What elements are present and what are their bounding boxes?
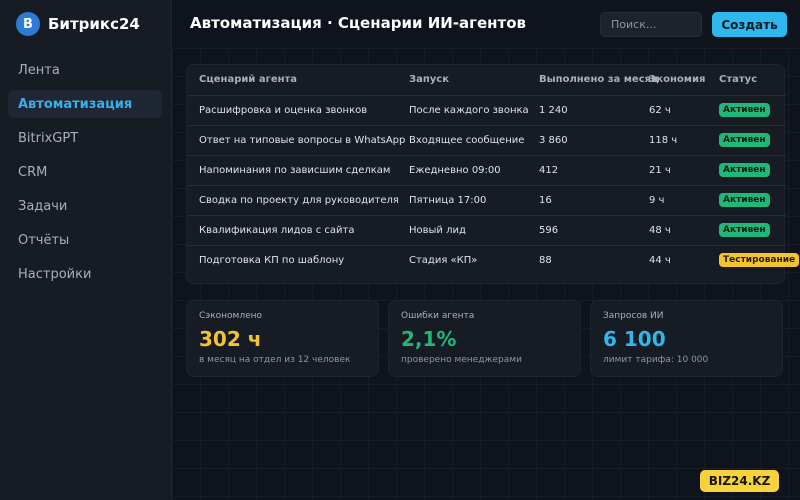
status-badge: Активен: [719, 103, 770, 117]
create-button[interactable]: Создать: [712, 12, 787, 37]
cell-done: 16: [539, 195, 552, 206]
cell-scenario: Ответ на типовые вопросы в WhatsApp: [199, 135, 406, 146]
cell-done: 596: [539, 225, 559, 236]
status-badge: Активен: [719, 163, 770, 177]
sidebar-item[interactable]: Задачи: [8, 192, 162, 220]
cell-scenario: Расшифровка и оценка звонков: [199, 105, 368, 116]
stat-card-errors: Ошибки агента 2,1% проверено менеджерами: [388, 300, 581, 377]
stat-value: 2,1%: [401, 327, 457, 351]
cell-trigger: Входящее сообщение: [409, 135, 525, 146]
stat-card-ai-requests: Запросов ИИ 6 100 лимит тарифа: 10 000: [590, 300, 783, 377]
cell-trigger: Ежедневно 09:00: [409, 165, 501, 176]
stat-value: 302 ч: [199, 327, 262, 351]
stat-card-saved: Сэкономлено 302 ч в месяц на отдел из 12…: [186, 300, 379, 377]
sidebar-item[interactable]: CRM: [8, 158, 162, 186]
stat-subtext: проверено менеджерами: [401, 355, 522, 365]
column-header-scenario[interactable]: Сценарий агента: [199, 65, 297, 95]
status-badge: Активен: [719, 193, 770, 207]
status-badge: Тестирование: [719, 253, 800, 267]
cell-done: 1 240: [539, 105, 568, 116]
table-header: Сценарий агента Запуск Выполнено за меся…: [187, 65, 786, 95]
brand[interactable]: B Битрикс24: [16, 12, 140, 36]
bitrix-logo-icon: B: [16, 12, 40, 36]
cell-scenario: Квалификация лидов с сайта: [199, 225, 355, 236]
column-header-done[interactable]: Выполнено за месяц: [539, 65, 658, 95]
stat-subtext: лимит тарифа: 10 000: [603, 355, 709, 365]
stat-value: 6 100: [603, 327, 666, 351]
cell-saving: 9 ч: [649, 195, 665, 206]
sidebar-item[interactable]: Настройки: [8, 260, 162, 288]
cell-trigger: Новый лид: [409, 225, 466, 236]
cell-scenario: Подготовка КП по шаблону: [199, 255, 345, 266]
cell-saving: 118 ч: [649, 135, 678, 146]
sidebar: B Битрикс24 Лента Автоматизация BitrixGPT C…: [0, 0, 172, 500]
table-row[interactable]: Расшифровка и оценка звонков После каждог…: [187, 95, 786, 125]
table-row[interactable]: Напоминания по зависшим сделкам Ежедневно…: [187, 155, 786, 185]
cell-done: 412: [539, 165, 559, 176]
cell-done: 88: [539, 255, 552, 266]
brand-name: Битрикс24: [48, 15, 140, 33]
status-badge: Активен: [719, 223, 770, 237]
sidebar-item[interactable]: Лента: [8, 56, 162, 84]
cell-trigger: Стадия «КП»: [409, 255, 478, 266]
sidebar-item[interactable]: Автоматизация: [8, 90, 162, 118]
scenarios-table: Сценарий агента Запуск Выполнено за меся…: [186, 64, 800, 284]
sidebar-item[interactable]: BitrixGPT: [8, 124, 162, 152]
table-row[interactable]: Сводка по проекту для руководителя Пятниц…: [187, 185, 786, 215]
stat-label: Запросов ИИ: [603, 311, 664, 321]
cell-done: 3 860: [539, 135, 568, 146]
search-input[interactable]: [600, 12, 702, 37]
biz24-badge[interactable]: BIZ24.KZ: [700, 470, 779, 492]
cell-saving: 44 ч: [649, 255, 671, 266]
table-row[interactable]: Подготовка КП по шаблону Стадия «КП» 88 44 …: [187, 245, 800, 275]
stat-subtext: в месяц на отдел из 12 человек: [199, 355, 351, 365]
table-row[interactable]: Квалификация лидов с сайта Новый лид 596 48…: [187, 215, 786, 245]
cell-scenario: Сводка по проекту для руководителя: [199, 195, 399, 206]
column-header-saving[interactable]: Экономия: [649, 65, 705, 95]
cell-trigger: Пятница 17:00: [409, 195, 487, 206]
cell-trigger: После каждого звонка: [409, 105, 529, 116]
cell-saving: 21 ч: [649, 165, 671, 176]
page-title: Автоматизация · Сценарии ИИ-агентов: [190, 14, 527, 32]
column-header-status[interactable]: Статус: [719, 65, 757, 95]
column-header-trigger[interactable]: Запуск: [409, 65, 449, 95]
cell-scenario: Напоминания по зависшим сделкам: [199, 165, 391, 176]
sidebar-item[interactable]: Отчёты: [8, 226, 162, 254]
stat-label: Сэкономлено: [199, 311, 263, 321]
stat-label: Ошибки агента: [401, 311, 475, 321]
header: Автоматизация · Сценарии ИИ-агентов Созд…: [172, 0, 800, 48]
sidebar-nav: Лента Автоматизация BitrixGPT CRM Задачи Отчё…: [8, 56, 162, 294]
cell-saving: 48 ч: [649, 225, 671, 236]
table-row[interactable]: Ответ на типовые вопросы в WhatsApp Входя…: [187, 125, 786, 155]
status-badge: Активен: [719, 133, 770, 147]
cell-saving: 62 ч: [649, 105, 671, 116]
